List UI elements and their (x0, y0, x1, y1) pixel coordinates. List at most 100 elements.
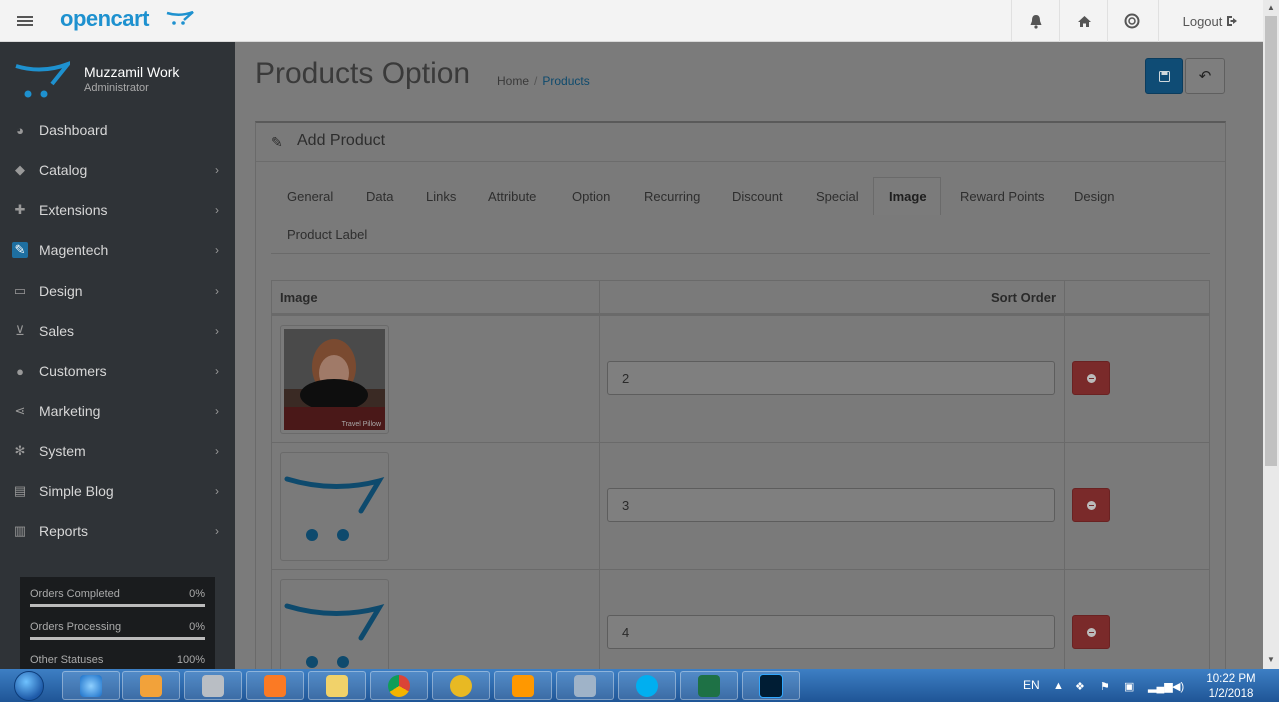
panel-title: Add Product (297, 132, 386, 149)
sidebar-item-design[interactable]: ▭ Design › (0, 271, 235, 311)
cog-icon: ✻ (14, 443, 26, 458)
shopping-cart-icon: ⊻ (15, 323, 25, 338)
tab-special[interactable]: Special (816, 177, 859, 215)
chevron-right-icon: › (215, 444, 219, 458)
sidebar-item-marketing[interactable]: ⋖ Marketing › (0, 391, 235, 431)
file-icon: ▤ (13, 483, 27, 498)
language-indicator[interactable]: EN (1023, 678, 1040, 692)
table-row: 3 (271, 442, 1210, 570)
signal-icon[interactable]: ▂▄▆ (1148, 680, 1173, 693)
cancel-button[interactable]: ↶ (1185, 58, 1225, 94)
taskbar-network[interactable] (556, 671, 614, 700)
show-hidden-icons-icon[interactable]: ▲ (1053, 680, 1064, 692)
taskbar-file-explorer[interactable] (308, 671, 366, 700)
taskbar-media-player[interactable] (122, 671, 180, 700)
profile-role: Administrator (84, 82, 149, 94)
add-product-panel: ✎ Add Product General Data Links Attribu… (255, 121, 1226, 688)
tools-icon (202, 674, 224, 697)
tab-product-label[interactable]: Product Label (287, 215, 367, 253)
table-row: Travel Pillow 2 (271, 315, 1210, 443)
chevron-right-icon: › (215, 364, 219, 378)
user-icon: ● (16, 363, 24, 379)
scroll-up-arrow-icon[interactable]: ▲ (1267, 3, 1275, 12)
sidebar-item-reports[interactable]: ▥ Reports › (0, 511, 235, 551)
taskbar-photoshop[interactable] (742, 671, 800, 700)
logout-button[interactable]: Logout (1158, 0, 1263, 42)
reply-icon: ↶ (1198, 68, 1212, 85)
minus-circle-icon (1086, 500, 1096, 510)
sort-order-input[interactable]: 3 (607, 488, 1055, 522)
product-photo: Travel Pillow (284, 329, 385, 430)
scroll-down-arrow-icon[interactable]: ▼ (1267, 655, 1275, 664)
sidebar-item-catalog[interactable]: ◆ Catalog › (0, 150, 235, 190)
sidebar-item-simple-blog[interactable]: ▤ Simple Blog › (0, 471, 235, 511)
minus-circle-icon (1086, 373, 1096, 383)
dashboard-icon: ◕ (16, 122, 24, 138)
taskbar-excel[interactable] (680, 671, 738, 700)
save-button[interactable] (1145, 58, 1183, 94)
photoshop-icon (759, 673, 783, 698)
taskbar-xampp[interactable] (246, 671, 304, 700)
usb-icon[interactable]: ▣ (1124, 680, 1134, 693)
remove-image-button[interactable] (1072, 361, 1110, 395)
sort-order-input[interactable]: 4 (607, 615, 1055, 649)
windows-logo-icon (14, 670, 44, 701)
tab-links[interactable]: Links (426, 177, 456, 215)
breadcrumb-products-link[interactable]: Products (542, 74, 589, 88)
chevron-right-icon: › (215, 324, 219, 338)
sort-order-input[interactable]: 2 (607, 361, 1055, 395)
sidebar-item-customers[interactable]: ● Customers › (0, 351, 235, 391)
start-button[interactable] (4, 670, 54, 701)
user-profile[interactable]: Muzzamil Work Administrator (0, 42, 235, 108)
bell-icon (1030, 14, 1042, 29)
sign-out-icon (1227, 16, 1238, 26)
tab-image[interactable]: Image (889, 177, 927, 215)
taskbar-skype[interactable] (618, 671, 676, 700)
tab-data[interactable]: Data (366, 177, 393, 215)
taskbar-internet-explorer[interactable] (62, 671, 120, 700)
vertical-scrollbar[interactable]: ▲ ▼ (1263, 0, 1279, 669)
taskbar-filezilla[interactable] (432, 671, 490, 700)
minus-circle-icon (1086, 627, 1096, 637)
panel-heading: ✎ Add Product (256, 123, 1225, 162)
product-image-thumbnail[interactable]: Travel Pillow (280, 325, 389, 434)
volume-icon[interactable]: ◀) (1172, 680, 1184, 693)
sidebar-item-extensions[interactable]: ✚ Extensions › (0, 190, 235, 230)
home-button[interactable] (1059, 0, 1108, 42)
image-table: Image Sort Order Travel Pillow 2 3 4 (271, 280, 1210, 688)
bar-chart-icon: ▥ (13, 523, 27, 538)
taskbar-sublime-text[interactable] (494, 671, 552, 700)
system-clock[interactable]: 10:22 PM 1/2/2018 (1196, 672, 1266, 702)
product-image-thumbnail[interactable] (280, 452, 389, 561)
flag-icon[interactable]: ⚑ (1100, 680, 1110, 693)
sidebar-item-sales[interactable]: ⊻ Sales › (0, 311, 235, 351)
tab-discount[interactable]: Discount (732, 177, 783, 215)
remove-image-button[interactable] (1072, 488, 1110, 522)
scrollbar-thumb[interactable] (1265, 16, 1277, 466)
tab-recurring[interactable]: Recurring (644, 177, 700, 215)
column-header-sort-order: Sort Order (990, 290, 1056, 305)
remove-image-button[interactable] (1072, 615, 1110, 649)
tab-reward-points[interactable]: Reward Points (960, 177, 1045, 215)
opencart-logo[interactable]: opencart (60, 6, 194, 32)
progress-bar (30, 637, 205, 640)
sidebar-item-magentech[interactable]: ✎ Magentech › (0, 230, 235, 270)
tab-attribute[interactable]: Attribute (488, 177, 536, 215)
taskbar-chrome[interactable] (370, 671, 428, 700)
stat-orders-processing: Orders Processing 0% (30, 621, 205, 640)
column-header-image: Image (280, 290, 318, 305)
menu-toggle-button[interactable] (0, 0, 50, 42)
tab-option[interactable]: Option (572, 177, 610, 215)
tab-general[interactable]: General (287, 177, 333, 215)
breadcrumb-home-link[interactable]: Home (497, 74, 529, 88)
tab-design[interactable]: Design (1074, 177, 1114, 215)
chevron-right-icon: › (215, 163, 219, 177)
sidebar-item-system[interactable]: ✻ System › (0, 431, 235, 471)
sidebar-item-dashboard[interactable]: ◕ Dashboard (0, 110, 235, 150)
taskbar-tools[interactable] (184, 671, 242, 700)
notifications-button[interactable] (1011, 0, 1060, 42)
help-button[interactable] (1107, 0, 1156, 42)
dropbox-icon[interactable]: ❖ (1075, 680, 1085, 693)
breadcrumb: Home / Products (497, 74, 590, 88)
floppy-disk-icon (1158, 70, 1170, 82)
